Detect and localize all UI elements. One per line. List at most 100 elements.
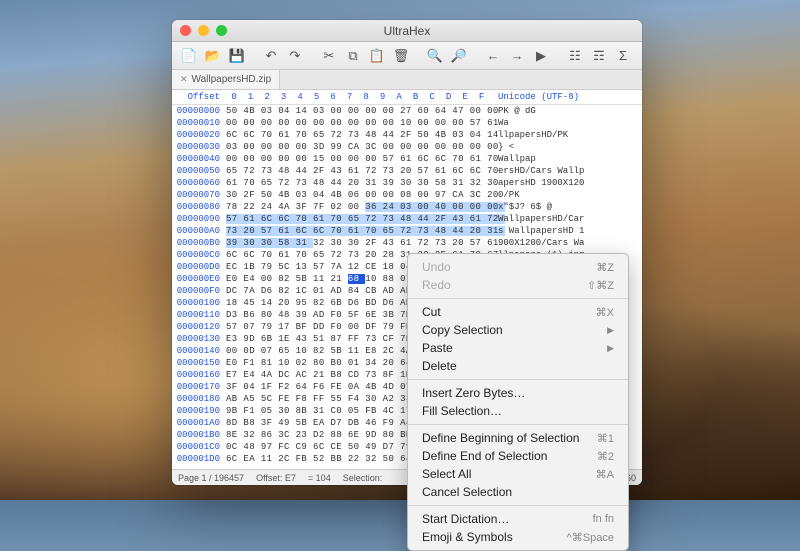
ascii-cell[interactable]: Wallpap	[494, 153, 642, 165]
back-icon[interactable]: ←	[482, 46, 504, 66]
find-icon[interactable]: 🔎	[448, 46, 470, 66]
hex-bytes[interactable]: 73 20 57 61 6C 6C 70 61 70 65 72 73 48 4…	[226, 225, 494, 237]
status-selection-label: Selection:	[343, 473, 383, 483]
hex-bytes[interactable]: 61 70 65 72 73 48 44 20 31 39 30 30 58 3…	[226, 177, 494, 189]
zoom-button[interactable]	[216, 25, 227, 36]
close-button[interactable]	[180, 25, 191, 36]
offset-cell: 00000100	[172, 297, 226, 309]
menu-shortcut: fn fn	[593, 513, 614, 525]
toolbar: 📄 📂 💾 ↶ ↷ ✂ ⧉ 📋 🗑 🔍 🔎 ← → ▶ ☷ ☶ Σ	[172, 42, 642, 70]
menu-item[interactable]: Select All⌘A	[408, 465, 628, 483]
status-value: = 104	[308, 473, 331, 483]
tab-bar: ✕ WallpapersHD.zip	[172, 70, 642, 90]
hex-row[interactable]: 0000008078 22 24 4A 3F 7F 02 00 36 24 03…	[172, 201, 642, 213]
hex-row[interactable]: 0000003003 00 00 00 00 3D 99 CA 3C 00 00…	[172, 141, 642, 153]
hex-bytes[interactable]: 39 30 30 58 31 32 30 30 2F 43 61 72 73 2…	[226, 237, 494, 249]
column-header: Offset 0123456789ABCDEF Unicode (UTF-8)	[172, 90, 642, 105]
offset-header: Offset	[172, 91, 226, 103]
ascii-cell[interactable]: WallpapersHD/Car	[494, 213, 642, 225]
hex-bytes[interactable]: 50 4B 03 04 14 03 00 00 00 00 27 60 64 4…	[226, 105, 494, 117]
redo-icon[interactable]: ↷	[284, 46, 306, 66]
close-tab-icon[interactable]: ✕	[180, 74, 188, 85]
titlebar[interactable]: UltraHex	[172, 20, 642, 42]
hex-bytes[interactable]: 65 72 73 48 44 2F 43 61 72 73 20 57 61 6…	[226, 165, 494, 177]
cut-icon[interactable]: ✂	[318, 46, 340, 66]
menu-item[interactable]: Define Beginning of Selection⌘1	[408, 429, 628, 447]
hex-row[interactable]: 000000206C 6C 70 61 70 65 72 73 48 44 2F…	[172, 129, 642, 141]
inspector-icon[interactable]: ☶	[588, 46, 610, 66]
paste-icon[interactable]: 📋	[366, 46, 388, 66]
undo-icon[interactable]: ↶	[260, 46, 282, 66]
menu-item-label: Delete	[422, 359, 614, 373]
hex-bytes[interactable]: 00 00 00 00 00 00 00 00 00 00 10 00 00 0…	[226, 117, 494, 129]
go-icon[interactable]: ▶	[530, 46, 552, 66]
menu-item-label: Undo	[422, 260, 596, 274]
menu-item[interactable]: Insert Zero Bytes…	[408, 384, 628, 402]
save-icon[interactable]: 💾	[226, 46, 248, 66]
hex-row[interactable]: 0000006061 70 65 72 73 48 44 20 31 39 30…	[172, 177, 642, 189]
ascii-cell[interactable]: Wa	[494, 117, 642, 129]
hex-bytes[interactable]: 00 00 00 00 00 15 00 00 00 57 61 6C 6C 7…	[226, 153, 494, 165]
hex-row[interactable]: 000000A073 20 57 61 6C 6C 70 61 70 65 72…	[172, 225, 642, 237]
ascii-cell[interactable]: x"$J? 6$ @	[494, 201, 642, 213]
offset-cell: 00000050	[172, 165, 226, 177]
context-menu[interactable]: Undo⌘ZRedo⇧⌘ZCut⌘XCopy Selection▶Paste▶D…	[407, 253, 629, 551]
menu-item: Redo⇧⌘Z	[408, 276, 628, 294]
menu-item-label: Insert Zero Bytes…	[422, 386, 614, 400]
menu-item[interactable]: Delete	[408, 357, 628, 375]
hex-row[interactable]: 0000001000 00 00 00 00 00 00 00 00 00 10…	[172, 117, 642, 129]
offset-cell: 00000060	[172, 177, 226, 189]
new-doc-icon[interactable]: 📄	[178, 46, 200, 66]
hex-row[interactable]: 0000009057 61 6C 6C 70 61 70 65 72 73 48…	[172, 213, 642, 225]
menu-item[interactable]: Define End of Selection⌘2	[408, 447, 628, 465]
offset-cell: 00000130	[172, 333, 226, 345]
offset-cell: 00000070	[172, 189, 226, 201]
offset-cell: 000000C0	[172, 249, 226, 261]
hex-cols-header: 0123456789ABCDEF	[226, 91, 494, 103]
ascii-cell[interactable]: 0/PK	[494, 189, 642, 201]
ascii-cell[interactable]: PK @ dG	[494, 105, 642, 117]
sigma-icon[interactable]: Σ	[612, 46, 634, 66]
file-tab[interactable]: ✕ WallpapersHD.zip	[172, 70, 280, 89]
hex-row[interactable]: 0000007030 2F 50 4B 03 04 4B 06 00 00 08…	[172, 189, 642, 201]
menu-item[interactable]: Emoji & Symbols^⌘Space	[408, 528, 628, 546]
hex-row[interactable]: 0000005065 72 73 48 44 2F 43 61 72 73 20…	[172, 165, 642, 177]
hex-row[interactable]: 0000004000 00 00 00 00 15 00 00 00 57 61…	[172, 153, 642, 165]
offset-cell: 000001A0	[172, 417, 226, 429]
search-icon[interactable]: 🔍	[424, 46, 446, 66]
ascii-cell[interactable]: 900X1200/Cars Wa	[494, 237, 642, 249]
delete-icon[interactable]: 🗑	[390, 46, 412, 66]
ascii-cell[interactable]: apersHD 1900X120	[494, 177, 642, 189]
menu-item[interactable]: Cut⌘X	[408, 303, 628, 321]
submenu-arrow-icon: ▶	[607, 343, 614, 354]
menu-item[interactable]: Paste▶	[408, 339, 628, 357]
copy-icon[interactable]: ⧉	[342, 46, 364, 66]
menu-item[interactable]: Start Dictation…fn fn	[408, 510, 628, 528]
hex-bytes[interactable]: 6C 6C 70 61 70 65 72 73 48 44 2F 50 4B 0…	[226, 129, 494, 141]
hex-bytes[interactable]: 30 2F 50 4B 03 04 4B 06 00 00 08 00 97 C…	[226, 189, 494, 201]
open-icon[interactable]: 📂	[202, 46, 224, 66]
hex-row[interactable]: 000000B039 30 30 58 31 32 30 30 2F 43 61…	[172, 237, 642, 249]
status-page: Page 1 / 196457	[178, 473, 244, 483]
hex-row[interactable]: 0000000050 4B 03 04 14 03 00 00 00 00 27…	[172, 105, 642, 117]
menu-item[interactable]: Fill Selection…	[408, 402, 628, 420]
menu-item-label: Emoji & Symbols	[422, 530, 567, 544]
ascii-cell[interactable]: } <	[494, 141, 642, 153]
menu-item[interactable]: Copy Selection▶	[408, 321, 628, 339]
hex-bytes[interactable]: 03 00 00 00 00 3D 99 CA 3C 00 00 00 00 0…	[226, 141, 494, 153]
forward-icon[interactable]: →	[506, 46, 528, 66]
menu-shortcut: ⌘A	[596, 468, 614, 481]
ascii-cell[interactable]: ersHD/Cars Wallp	[494, 165, 642, 177]
menu-separator	[408, 505, 628, 506]
menu-item-label: Redo	[422, 278, 587, 292]
menu-item[interactable]: Cancel Selection	[408, 483, 628, 501]
menu-item-label: Cancel Selection	[422, 485, 614, 499]
hex-bytes[interactable]: 78 22 24 4A 3F 7F 02 00 36 24 03 00 40 0…	[226, 201, 494, 213]
minimize-button[interactable]	[198, 25, 209, 36]
columns-icon[interactable]: ☷	[564, 46, 586, 66]
hex-bytes[interactable]: 57 61 6C 6C 70 61 70 65 72 73 48 44 2F 4…	[226, 213, 494, 225]
menu-shortcut: ^⌘Space	[567, 531, 614, 544]
offset-cell: 000000F0	[172, 285, 226, 297]
ascii-cell[interactable]: s WallpapersHD 1	[494, 225, 642, 237]
ascii-cell[interactable]: llpapersHD/PK	[494, 129, 642, 141]
